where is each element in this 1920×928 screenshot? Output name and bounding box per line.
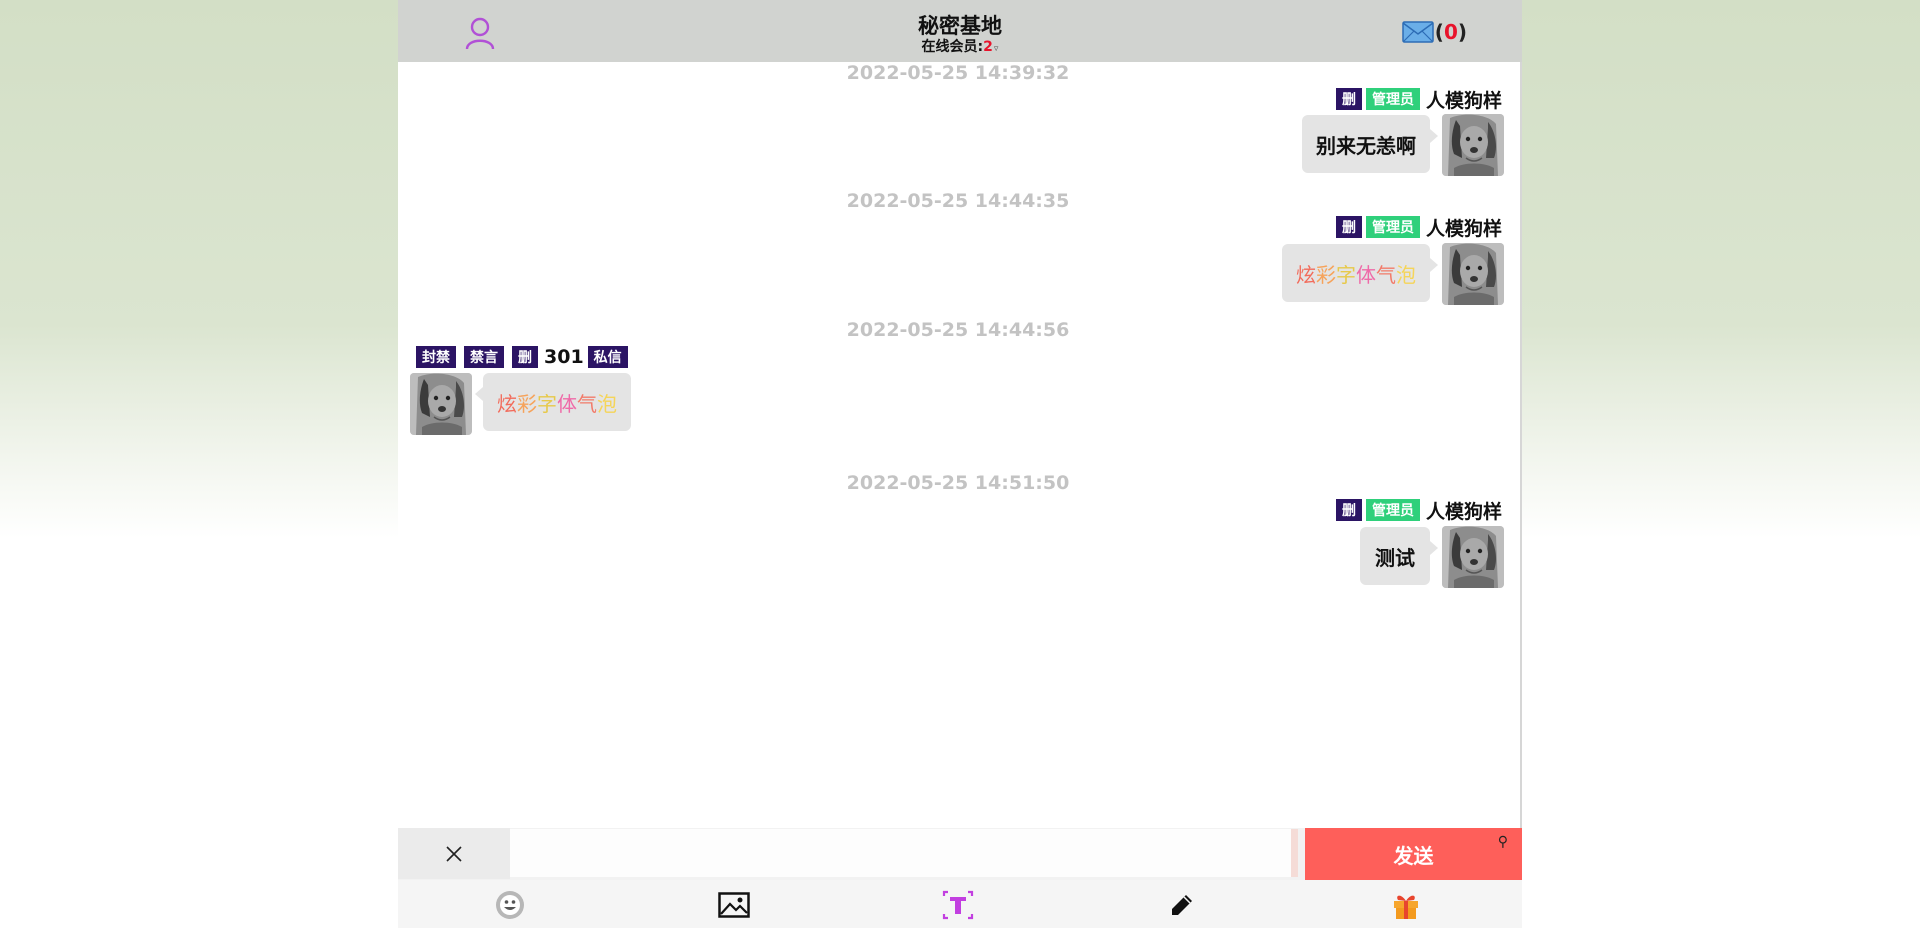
admin-badge: 管理员 <box>1365 216 1420 238</box>
rainbow-char: 泡 <box>1396 262 1416 287</box>
message-bubble: 炫彩字体气泡 <box>475 373 631 431</box>
rainbow-char: 体 <box>1356 262 1376 287</box>
online-members[interactable]: 在线会员:2▿ <box>398 36 1522 56</box>
rainbow-char: 体 <box>557 391 577 416</box>
rainbow-char: 字 <box>537 391 557 416</box>
avatar[interactable] <box>1442 243 1504 305</box>
username[interactable]: 人模狗样 <box>1424 214 1502 241</box>
message-bubble: 别来无恙啊 <box>1302 115 1438 173</box>
avatar[interactable] <box>410 373 472 435</box>
gift-button[interactable] <box>1390 889 1422 921</box>
scrollbar-track[interactable] <box>1520 62 1522 828</box>
rainbow-char: 字 <box>1336 262 1356 287</box>
emoji-button[interactable] <box>494 889 526 921</box>
rainbow-char: 泡 <box>597 391 617 416</box>
delete-button[interactable]: 删 <box>1335 88 1362 110</box>
admin-badge: 管理员 <box>1365 88 1420 110</box>
mail-paren-open: ( <box>1434 20 1444 44</box>
private-message-button[interactable]: 私信 <box>587 346 628 368</box>
text-style-button[interactable] <box>942 889 974 921</box>
message-timestamp: 2022-05-25 14:44:35 <box>846 190 1070 212</box>
message-timestamp: 2022-05-25 14:51:50 <box>846 472 1070 494</box>
rainbow-char: 炫 <box>1296 262 1316 287</box>
gift-icon <box>1394 895 1418 919</box>
message-input[interactable] <box>510 829 1298 877</box>
delete-button[interactable]: 删 <box>512 346 538 368</box>
pen-icon <box>1172 895 1192 915</box>
image-button[interactable] <box>718 889 750 921</box>
message-bubble: 炫彩字体气泡 <box>1282 244 1438 302</box>
message-timestamp: 2022-05-25 14:39:32 <box>846 62 1070 84</box>
send-button[interactable]: 发送 ⚲ <box>1305 828 1522 880</box>
rainbow-char: 炫 <box>497 391 517 416</box>
message-meta: 封禁 禁言 删 301 私信 <box>416 345 628 369</box>
send-label: 发送 <box>1393 843 1434 868</box>
close-icon <box>446 845 462 862</box>
delete-button[interactable]: 删 <box>1335 499 1362 521</box>
rainbow-char: 气 <box>1376 262 1396 287</box>
envelope-icon <box>1402 21 1434 43</box>
message-meta: 删 管理员 人模狗样 <box>1335 214 1502 241</box>
bottom-toolbar <box>398 880 1522 928</box>
chat-app: 秘密基地 在线会员:2▿ (0) 2022-05-25 14:39:32 删 管… <box>398 0 1522 928</box>
username[interactable]: 301 <box>542 346 584 368</box>
emoji-icon <box>496 891 524 919</box>
dog-avatar-image <box>1442 243 1504 305</box>
online-count: 2 <box>983 39 993 55</box>
close-button[interactable] <box>398 828 510 879</box>
header-bar: 秘密基地 在线会员:2▿ (0) <box>398 0 1522 62</box>
mail-button[interactable]: (0) <box>1402 20 1467 44</box>
input-bar: 发送 ⚲ <box>398 828 1522 880</box>
rainbow-char: 彩 <box>517 391 537 416</box>
admin-badge: 管理员 <box>1365 499 1420 521</box>
pin-icon[interactable]: ⚲ <box>1498 834 1508 850</box>
dog-avatar-image <box>1442 114 1504 176</box>
username[interactable]: 人模狗样 <box>1424 86 1502 113</box>
online-label: 在线会员: <box>921 39 984 55</box>
chat-area[interactable]: 2022-05-25 14:39:32 删 管理员 人模狗样 别来无恙啊 202… <box>398 62 1518 828</box>
message-bubble: 测试 <box>1360 527 1438 585</box>
username[interactable]: 人模狗样 <box>1424 497 1502 524</box>
avatar[interactable] <box>1442 526 1504 588</box>
delete-button[interactable]: 删 <box>1335 216 1362 238</box>
image-icon <box>718 892 750 918</box>
dog-avatar-image <box>1442 526 1504 588</box>
message-timestamp: 2022-05-25 14:44:56 <box>846 319 1070 341</box>
dropdown-caret-icon: ▿ <box>993 44 999 54</box>
rainbow-char: 彩 <box>1316 262 1336 287</box>
mute-button[interactable]: 禁言 <box>464 346 504 368</box>
message-meta: 删 管理员 人模狗样 <box>1335 86 1502 113</box>
pen-button[interactable] <box>1166 889 1198 921</box>
mail-paren-close: ) <box>1457 20 1467 44</box>
message-meta: 删 管理员 人模狗样 <box>1335 497 1502 524</box>
mail-count: 0 <box>1443 20 1458 44</box>
text-style-icon <box>942 890 974 920</box>
dog-avatar-image <box>410 373 472 435</box>
rainbow-char: 气 <box>577 391 597 416</box>
ban-button[interactable]: 封禁 <box>416 346 456 368</box>
avatar[interactable] <box>1442 114 1504 176</box>
